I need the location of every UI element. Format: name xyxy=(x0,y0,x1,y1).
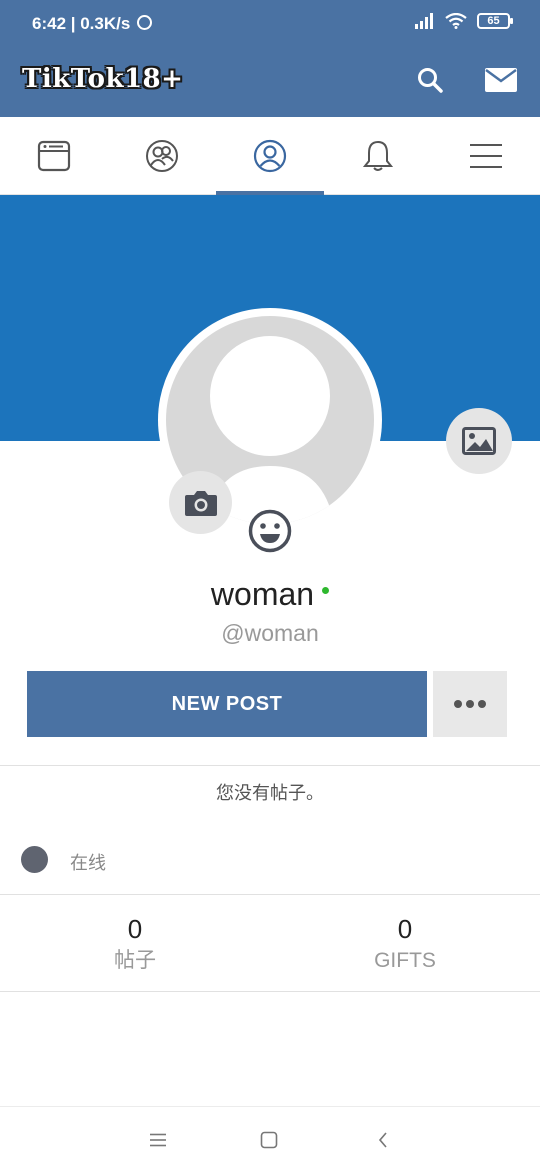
signal-icon xyxy=(415,13,433,29)
newspaper-icon xyxy=(37,140,71,172)
battery-icon: 65 xyxy=(477,13,513,29)
divider xyxy=(0,991,540,992)
stat-posts[interactable]: 0 帖子 xyxy=(0,912,270,976)
stat-gifts[interactable]: 0 GIFTS xyxy=(270,912,540,976)
app-logo: TikTok18+ xyxy=(22,64,184,94)
friends-icon xyxy=(146,140,178,172)
messages-button[interactable] xyxy=(483,62,519,98)
tab-bar xyxy=(0,117,540,195)
tab-profile[interactable] xyxy=(216,117,324,195)
image-icon xyxy=(462,427,496,455)
home-square-icon xyxy=(260,1131,278,1149)
status-bar: 6:42 | 0.3K/s 65 xyxy=(0,0,540,44)
nav-home-button[interactable] xyxy=(254,1125,284,1155)
change-cover-button[interactable] xyxy=(446,408,512,474)
profile-name: woman xyxy=(210,576,315,612)
search-icon xyxy=(418,68,443,93)
wifi-icon xyxy=(445,13,467,29)
back-chevron-icon xyxy=(378,1132,387,1148)
stat-gifts-count: 0 xyxy=(397,914,413,944)
hamburger-icon xyxy=(470,144,502,168)
tab-friends[interactable] xyxy=(108,117,216,195)
camera-icon xyxy=(184,490,217,516)
divider xyxy=(0,894,540,895)
profile-name-row: woman xyxy=(0,576,540,613)
more-dot xyxy=(454,700,462,708)
stat-gifts-label: GIFTS xyxy=(374,949,436,972)
new-post-button[interactable]: NEW POST xyxy=(27,671,427,737)
tab-notifications[interactable] xyxy=(324,117,432,195)
menu-icon xyxy=(150,1133,166,1147)
more-dot xyxy=(478,700,486,708)
smiley-icon[interactable] xyxy=(247,508,293,554)
empty-posts-message: 您没有帖子。 xyxy=(216,783,324,803)
alarm-icon xyxy=(137,15,152,30)
profile-handle: @woman xyxy=(221,620,319,646)
user-icon xyxy=(253,139,287,173)
nav-back-button[interactable] xyxy=(368,1125,398,1155)
presence-label: 在线 xyxy=(70,853,106,873)
stat-posts-label: 帖子 xyxy=(114,949,156,972)
system-nav-bar xyxy=(0,1106,540,1170)
mail-icon xyxy=(485,68,517,92)
change-avatar-button[interactable] xyxy=(169,471,232,534)
status-indicators: 65 xyxy=(413,13,513,29)
search-button[interactable] xyxy=(412,62,448,98)
online-indicator xyxy=(322,587,330,595)
presence-dot xyxy=(21,846,48,873)
nav-menu-button[interactable] xyxy=(143,1125,173,1155)
tab-news-feed[interactable] xyxy=(0,117,108,195)
stat-posts-count: 0 xyxy=(127,914,143,944)
bell-icon xyxy=(362,140,394,171)
more-dot xyxy=(466,700,474,708)
divider xyxy=(0,765,540,766)
more-options-button[interactable] xyxy=(433,671,507,737)
battery-level: 65 xyxy=(487,15,500,27)
app-header: TikTok18+ xyxy=(0,44,540,117)
status-time: 6:42 | 0.3K/s xyxy=(32,14,131,33)
tab-menu[interactable] xyxy=(432,117,540,195)
